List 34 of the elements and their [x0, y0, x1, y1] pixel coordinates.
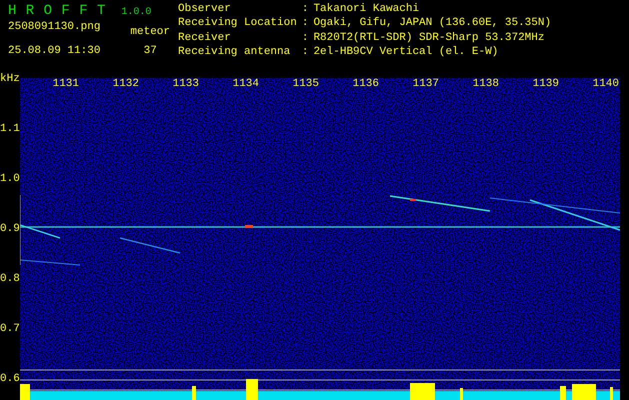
axis-label: 1139 — [532, 79, 559, 90]
axis-label: 1131 — [52, 79, 79, 90]
unit-label: kHz — [0, 74, 20, 85]
count-label: meteor — [130, 27, 170, 38]
info-label: Observer — [178, 4, 232, 17]
meteor-count: 37 — [144, 46, 157, 57]
axis-label: 0.6 — [0, 374, 20, 385]
info-separator: : — [302, 18, 308, 32]
axis-label: 0.9 — [0, 224, 20, 235]
axis-label: 1133 — [172, 79, 199, 90]
file-name: 2508091130.png — [8, 22, 100, 33]
info-separator: : — [302, 4, 308, 17]
axis-label: 0.7 — [0, 324, 20, 335]
info-label: Receiving Location — [178, 18, 297, 32]
axis-label: 1135 — [292, 79, 319, 90]
axis-label: 0.8 — [0, 274, 20, 285]
info-separator: : — [302, 32, 308, 46]
axis-label: 1134 — [232, 79, 259, 90]
axis-label: 1.1 — [0, 124, 20, 135]
axis-label: 1137 — [412, 79, 439, 90]
info-label: Receiving antenna — [178, 46, 292, 60]
date-time: 25.08.09 11:30 — [8, 46, 100, 57]
info-value: Ogaki, Gifu, JAPAN (136.60E, 35.35N) — [313, 18, 552, 32]
info-label: Receiver — [178, 32, 232, 46]
info-value: R820T2(RTL-SDR) SDR-Sharp 53.372MHz — [313, 32, 546, 46]
axis-label: 1136 — [352, 79, 379, 90]
axis-label: 1.0 — [0, 174, 20, 185]
app-title: H R O F F T — [8, 4, 106, 18]
info-value: Takanori Kawachi — [313, 4, 420, 17]
axis-label: 1138 — [472, 79, 499, 90]
axis-label: 1132 — [112, 79, 139, 90]
info-value: 2el-HB9CV Vertical (el. E-W) — [313, 46, 500, 60]
version-label: 1.0.0 — [121, 8, 152, 18]
info-separator: : — [302, 46, 308, 60]
